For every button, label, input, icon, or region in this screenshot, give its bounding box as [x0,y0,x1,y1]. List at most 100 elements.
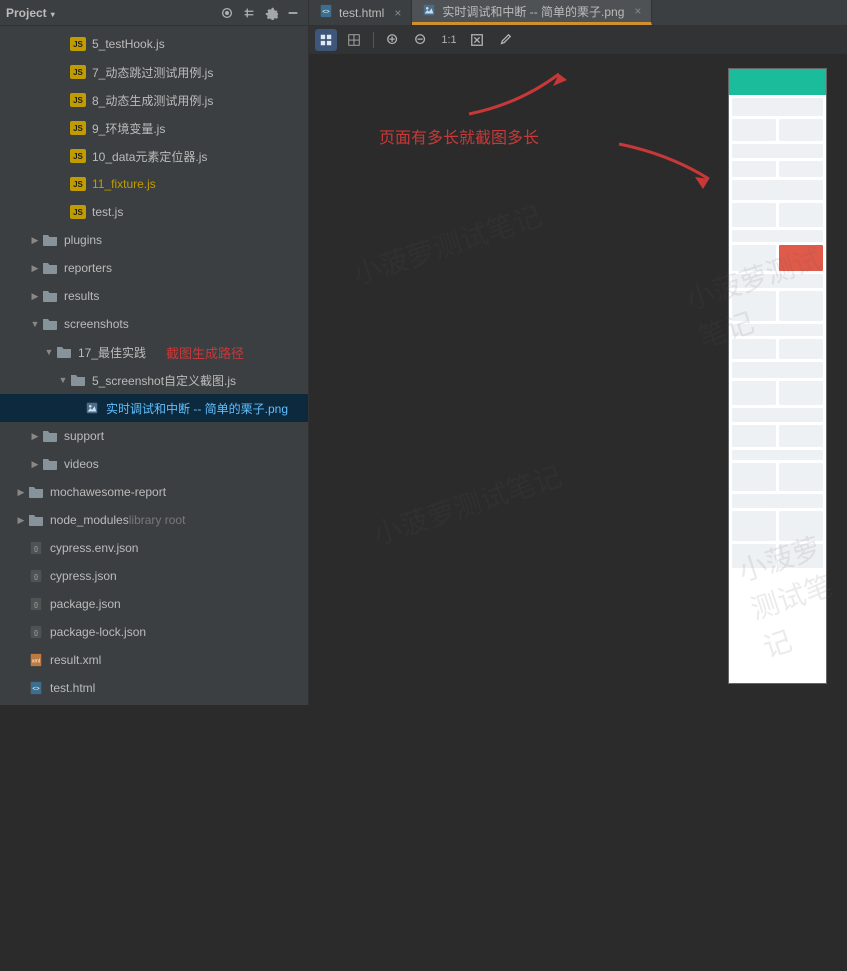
svg-text:{}: {} [34,630,38,637]
tree-item[interactable]: {} cypress.json [0,562,308,590]
tree-arrow-icon[interactable] [16,515,26,525]
svg-text:{}: {} [34,574,38,581]
tree-item[interactable]: videos [0,450,308,478]
svg-text:{}: {} [34,602,38,609]
gear-icon[interactable] [262,4,280,22]
project-sidebar: Project▾ JS5_testHook.jsJS7_动态跳过测试用例.jsJ… [0,0,309,705]
tree-item-label: test.js [92,205,123,219]
tree-item[interactable]: JS11_fixture.js [0,170,308,198]
watermark: 小菠萝测试笔记 [368,455,567,554]
fit-icon[interactable] [466,29,488,51]
minimize-icon[interactable] [284,4,302,22]
zoom-in-icon[interactable] [382,29,404,51]
tree-item-label: node_modules [50,513,129,527]
tree-item-label: package-lock.json [50,625,146,639]
tree-item[interactable]: JS9_环境变量.js [0,114,308,142]
png-icon [422,4,436,18]
tree-item-label: screenshots [64,317,129,331]
annotation-arrow-up [459,64,579,124]
tree-item[interactable]: 实时调试和中断 -- 简单的栗子.png [0,394,308,422]
grid-blue-icon[interactable] [315,29,337,51]
watermark: 小菠萝测试笔记 [348,195,547,294]
tree-item[interactable]: JS5_testHook.js [0,30,308,58]
annotation-caption: 页面有多长就截图多长 [379,124,539,148]
tree-arrow-icon[interactable] [30,319,40,329]
tree-item[interactable]: {} cypress.env.json [0,534,308,562]
tree-item[interactable]: reporters [0,254,308,282]
tree-item[interactable]: xml result.xml [0,646,308,674]
tree-item-label: 5_screenshot自定义截图.js [92,372,236,389]
collapse-icon[interactable] [240,4,258,22]
tree-item[interactable]: screenshots [0,310,308,338]
tab-label: 实时调试和中断 -- 简单的栗子.png [442,3,624,20]
image-toolbar: 1:1 [309,26,847,54]
editor-area: <> test.html × 实时调试和中断 -- 简单的栗子.png × 1:1 [309,0,847,705]
eyedropper-icon[interactable] [494,29,516,51]
tree-item-label: 5_testHook.js [92,37,165,51]
tree-arrow-icon[interactable] [58,375,68,385]
preview-header [729,69,826,95]
tree-item-label: cypress.json [50,569,117,583]
tree-item-label: videos [64,457,99,471]
tree-item-label: 实时调试和中断 -- 简单的栗子.png [106,400,288,417]
project-title[interactable]: Project▾ [6,6,55,20]
svg-text:xml: xml [32,659,40,665]
target-icon[interactable] [218,4,236,22]
svg-text:<>: <> [322,9,330,16]
tab-label: test.html [339,6,384,20]
tree-item[interactable]: 5_screenshot自定义截图.js [0,366,308,394]
tree-item-label: support [64,429,104,443]
tree-item-label: 8_动态生成测试用例.js [92,92,213,109]
svg-text:{}: {} [34,546,38,553]
tree-item[interactable]: {} package.json [0,590,308,618]
annotation-arrow-right [609,134,729,194]
svg-text:<>: <> [32,686,40,693]
editor-tab[interactable]: 实时调试和中断 -- 简单的栗子.png × [412,0,652,25]
grid-icon[interactable] [343,29,365,51]
tree-item-label: 9_环境变量.js [92,120,165,137]
tree-item[interactable]: plugins [0,226,308,254]
editor-tab[interactable]: <> test.html × [309,0,412,25]
tree-item[interactable]: node_modules library root [0,506,308,534]
zoom-reset-button[interactable]: 1:1 [438,29,460,51]
tree-item[interactable]: JS10_data元素定位器.js [0,142,308,170]
tree-item[interactable]: mochawesome-report [0,478,308,506]
tree-arrow-icon[interactable] [44,347,54,357]
preview-body [729,95,826,571]
file-tree: JS5_testHook.jsJS7_动态跳过测试用例.jsJS8_动态生成测试… [0,26,308,705]
tree-item[interactable]: JS8_动态生成测试用例.js [0,86,308,114]
tree-item-suffix: library root [129,513,186,527]
tree-item-label: result.xml [50,653,101,667]
tree-item-label: reporters [64,261,112,275]
tree-item-label: plugins [64,233,102,247]
close-icon[interactable]: × [634,4,641,18]
tree-arrow-icon[interactable] [30,263,40,273]
tree-item-label: 17_最佳实践 [78,344,146,361]
tree-item[interactable]: results [0,282,308,310]
project-header: Project▾ [0,0,308,26]
html-icon: <> [319,6,333,20]
tree-item-label: test.html [50,681,95,695]
tree-arrow-icon[interactable] [30,459,40,469]
tree-item-label: package.json [50,597,121,611]
tree-item[interactable]: JS7_动态跳过测试用例.js [0,58,308,86]
image-canvas[interactable]: 页面有多长就截图多长 [309,54,847,705]
tree-item-label: cypress.env.json [50,541,138,555]
editor-tabs: <> test.html × 实时调试和中断 -- 简单的栗子.png × [309,0,847,26]
close-icon[interactable]: × [394,6,401,20]
tree-arrow-icon[interactable] [30,291,40,301]
tree-item-label: results [64,289,99,303]
tree-item[interactable]: <> test.html [0,674,308,702]
tree-item[interactable]: JStest.js [0,198,308,226]
tree-arrow-icon[interactable] [30,235,40,245]
tree-item-label: 10_data元素定位器.js [92,148,207,165]
tree-arrow-icon[interactable] [30,431,40,441]
tree-item[interactable]: 17_最佳实践截图生成路径 [0,338,308,366]
tree-item[interactable]: support [0,422,308,450]
tree-item-label: mochawesome-report [50,485,166,499]
tree-arrow-icon[interactable] [16,487,26,497]
zoom-out-icon[interactable] [410,29,432,51]
tree-item-label: 7_动态跳过测试用例.js [92,64,213,81]
tree-item[interactable]: {} package-lock.json [0,618,308,646]
image-preview [728,68,827,684]
